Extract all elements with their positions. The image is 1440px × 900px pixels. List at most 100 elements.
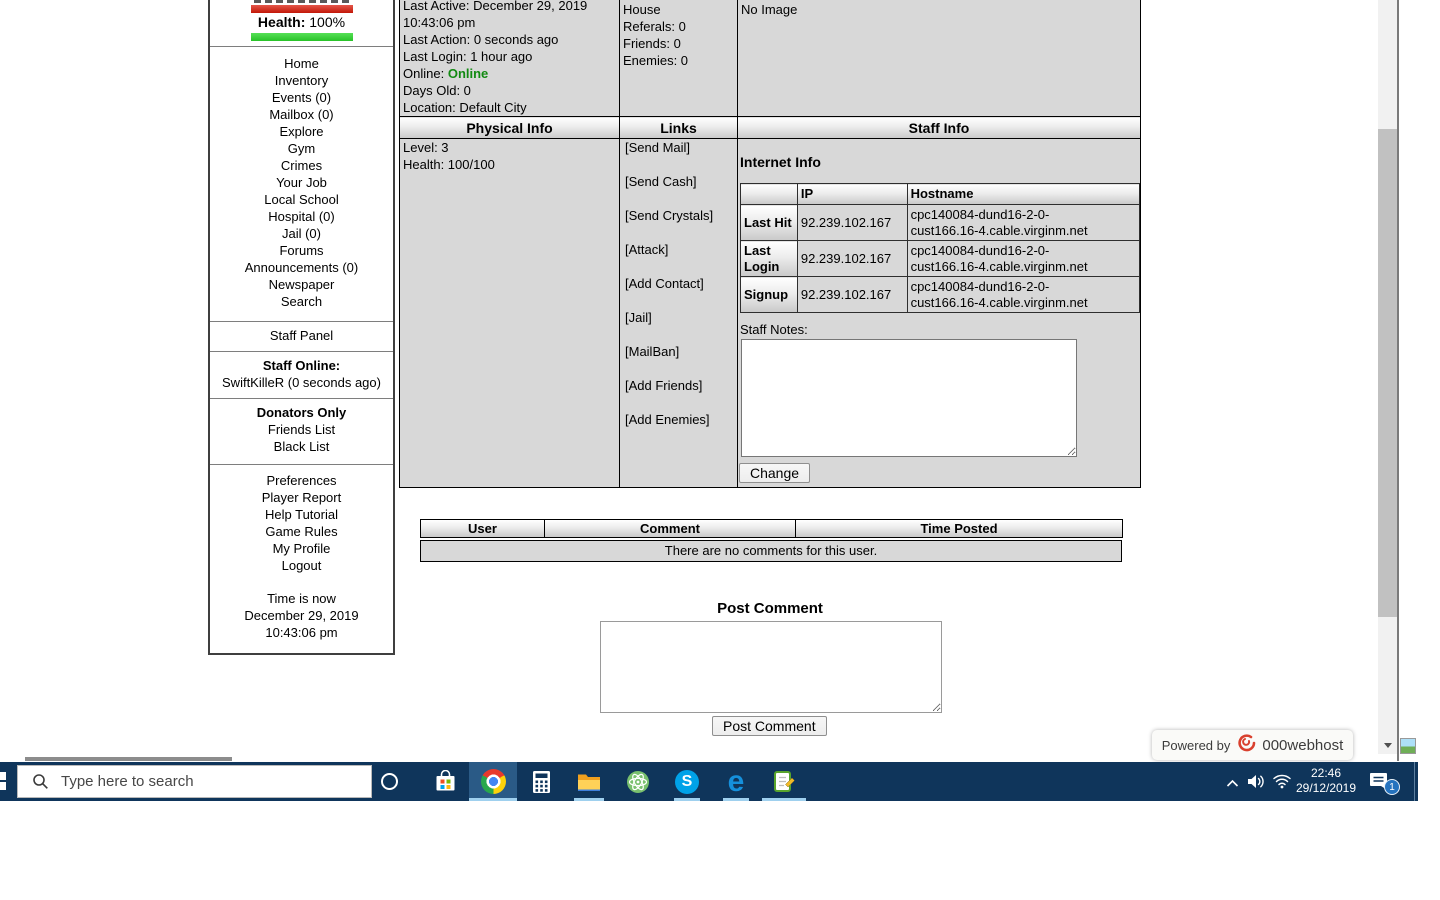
taskbar: Type here to search S e 22:46 — [0, 762, 1418, 801]
sidebar-item-events[interactable]: Events (0) — [210, 89, 393, 106]
profile-table: Last Active: December 29, 2019 10:43:06 … — [399, 0, 1141, 488]
taskbar-clock[interactable]: 22:46 29/12/2019 — [1292, 766, 1360, 796]
taskbar-search-input[interactable]: Type here to search — [17, 765, 372, 798]
sidebar-item-announcements[interactable]: Announcements (0) — [210, 259, 393, 276]
sidebar-item-your-job[interactable]: Your Job — [210, 174, 393, 191]
header-staff-info: Staff Info — [738, 117, 1141, 139]
running-indicator — [469, 798, 517, 801]
donators-section: Donators Only Friends List Black List — [210, 398, 393, 464]
taskbar-item-atom[interactable] — [614, 762, 662, 801]
social-cell: House Referals: 0 Friends: 0 Enemies: 0 — [620, 0, 738, 117]
sidebar-item-mailbox[interactable]: Mailbox (0) — [210, 106, 393, 123]
taskbar-item-microsoft-store[interactable] — [421, 762, 469, 801]
row-label-last-hit: Last Hit — [741, 205, 798, 241]
hostname-line1: cpc140084-dund16-2-0- — [911, 279, 1136, 295]
sidebar-item-hospital[interactable]: Hospital (0) — [210, 208, 393, 225]
file-explorer-icon — [577, 772, 601, 792]
change-button[interactable]: Change — [739, 463, 810, 483]
atom-icon — [626, 770, 650, 794]
sidebar-item-preferences[interactable]: Preferences — [210, 472, 393, 489]
sidebar-item-help-tutorial[interactable]: Help Tutorial — [210, 506, 393, 523]
cortana-icon[interactable] — [381, 773, 398, 790]
taskbar-item-skype[interactable]: S — [663, 762, 711, 801]
sidebar-item-search[interactable]: Search — [210, 293, 393, 310]
windows-logo-icon — [0, 782, 6, 790]
sidebar-item-black-list[interactable]: Black List — [210, 438, 393, 455]
level: Level: 3 — [403, 139, 616, 156]
add-friends-link[interactable]: [Add Friends] — [625, 377, 737, 394]
sidebar-item-explore[interactable]: Explore — [210, 123, 393, 140]
time-heading: Time is now — [210, 590, 393, 607]
sidebar-nav: Home Inventory Events (0) Mailbox (0) Ex… — [210, 46, 393, 321]
mailban-link[interactable]: [MailBan] — [625, 343, 737, 360]
taskbar-item-notepad-plus-plus[interactable] — [760, 762, 808, 801]
sidebar-item-gym[interactable]: Gym — [210, 140, 393, 157]
notification-badge: 1 — [1384, 779, 1400, 795]
taskbar-item-calculator[interactable] — [517, 762, 565, 801]
sidebar-item-local-school[interactable]: Local School — [210, 191, 393, 208]
staff-notes-textarea[interactable] — [741, 339, 1077, 457]
taskbar-item-file-explorer[interactable] — [565, 762, 613, 801]
avatar-cell: No Image — [738, 0, 1141, 117]
sidebar-item-friends-list[interactable]: Friends List — [210, 421, 393, 438]
post-comment-textarea[interactable] — [600, 621, 942, 713]
sidebar-item-crimes[interactable]: Crimes — [210, 157, 393, 174]
send-crystals-link[interactable]: [Send Crystals] — [625, 207, 737, 224]
sidebar: Health: 100% Home Inventory Events (0) M… — [208, 0, 395, 655]
staff-info-cell: Internet Info IP Hostname Last Hit 92.23… — [738, 139, 1141, 488]
no-image-placeholder: No Image — [741, 1, 1137, 18]
health-bar — [251, 33, 353, 41]
no-comments-message: There are no comments for this user. — [420, 540, 1122, 562]
post-comment-title: Post Comment — [600, 600, 940, 617]
microsoft-store-icon — [434, 770, 457, 793]
edge-icon: e — [728, 770, 745, 794]
image-placeholder-icon — [1400, 738, 1416, 754]
health-stat: Health: 100/100 — [403, 156, 616, 173]
scrollbar-thumb[interactable] — [1378, 129, 1397, 617]
sidebar-item-home[interactable]: Home — [210, 55, 393, 72]
search-icon — [32, 773, 49, 790]
send-cash-link[interactable]: [Send Cash] — [625, 173, 737, 190]
sidebar-item-newspaper[interactable]: Newspaper — [210, 276, 393, 293]
jail-link[interactable]: [Jail] — [625, 309, 737, 326]
sidebar-item-staff-panel[interactable]: Staff Panel — [210, 327, 393, 344]
last-login: Last Login: 1 hour ago — [403, 48, 616, 65]
notepad-plus-plus-icon — [773, 770, 796, 793]
powered-by-badge[interactable]: Powered by 000webhost — [1152, 730, 1353, 760]
add-enemies-link[interactable]: [Add Enemies] — [625, 411, 737, 428]
sidebar-item-inventory[interactable]: Inventory — [210, 72, 393, 89]
taskbar-item-edge[interactable]: e — [712, 762, 760, 801]
table-row: Last Login 92.239.102.167 cpc140084-dund… — [741, 241, 1140, 277]
sidebar-item-forums[interactable]: Forums — [210, 242, 393, 259]
taskbar-item-chrome[interactable] — [469, 762, 517, 801]
wifi-icon[interactable] — [1272, 774, 1292, 794]
running-indicator — [762, 798, 806, 801]
server-time: Time is now December 29, 2019 10:43:06 p… — [210, 590, 393, 641]
row-label-signup: Signup — [741, 277, 798, 313]
tray-overflow-chevron-icon[interactable] — [1226, 775, 1239, 793]
000webhost-logo-icon — [1236, 733, 1256, 758]
sidebar-item-my-profile[interactable]: My Profile — [210, 540, 393, 557]
start-button[interactable] — [0, 772, 6, 791]
activity-cell: Last Active: December 29, 2019 10:43:06 … — [400, 0, 620, 117]
days-old: Days Old: 0 — [403, 82, 616, 99]
signup-ip: 92.239.102.167 — [797, 277, 907, 313]
attack-link[interactable]: [Attack] — [625, 241, 737, 258]
row-label-last-login: Last Login — [741, 241, 798, 277]
volume-icon[interactable] — [1247, 774, 1266, 794]
show-desktop-button[interactable] — [1414, 762, 1415, 801]
send-mail-link[interactable]: [Send Mail] — [625, 139, 737, 156]
sidebar-item-game-rules[interactable]: Game Rules — [210, 523, 393, 540]
sidebar-item-logout[interactable]: Logout — [210, 557, 393, 574]
comments-header-time-posted: Time Posted — [795, 519, 1123, 538]
staff-online-label: Staff Online: — [210, 357, 393, 374]
ip-header: IP — [797, 184, 907, 205]
add-contact-link[interactable]: [Add Contact] — [625, 275, 737, 292]
scrollbar-down-button[interactable] — [1378, 737, 1397, 754]
sidebar-item-player-report[interactable]: Player Report — [210, 489, 393, 506]
post-comment-button[interactable]: Post Comment — [712, 716, 827, 736]
running-indicator — [574, 798, 604, 801]
hostname-header: Hostname — [907, 184, 1139, 205]
sidebar-footer: Preferences Player Report Help Tutorial … — [210, 464, 393, 653]
sidebar-item-jail[interactable]: Jail (0) — [210, 225, 393, 242]
